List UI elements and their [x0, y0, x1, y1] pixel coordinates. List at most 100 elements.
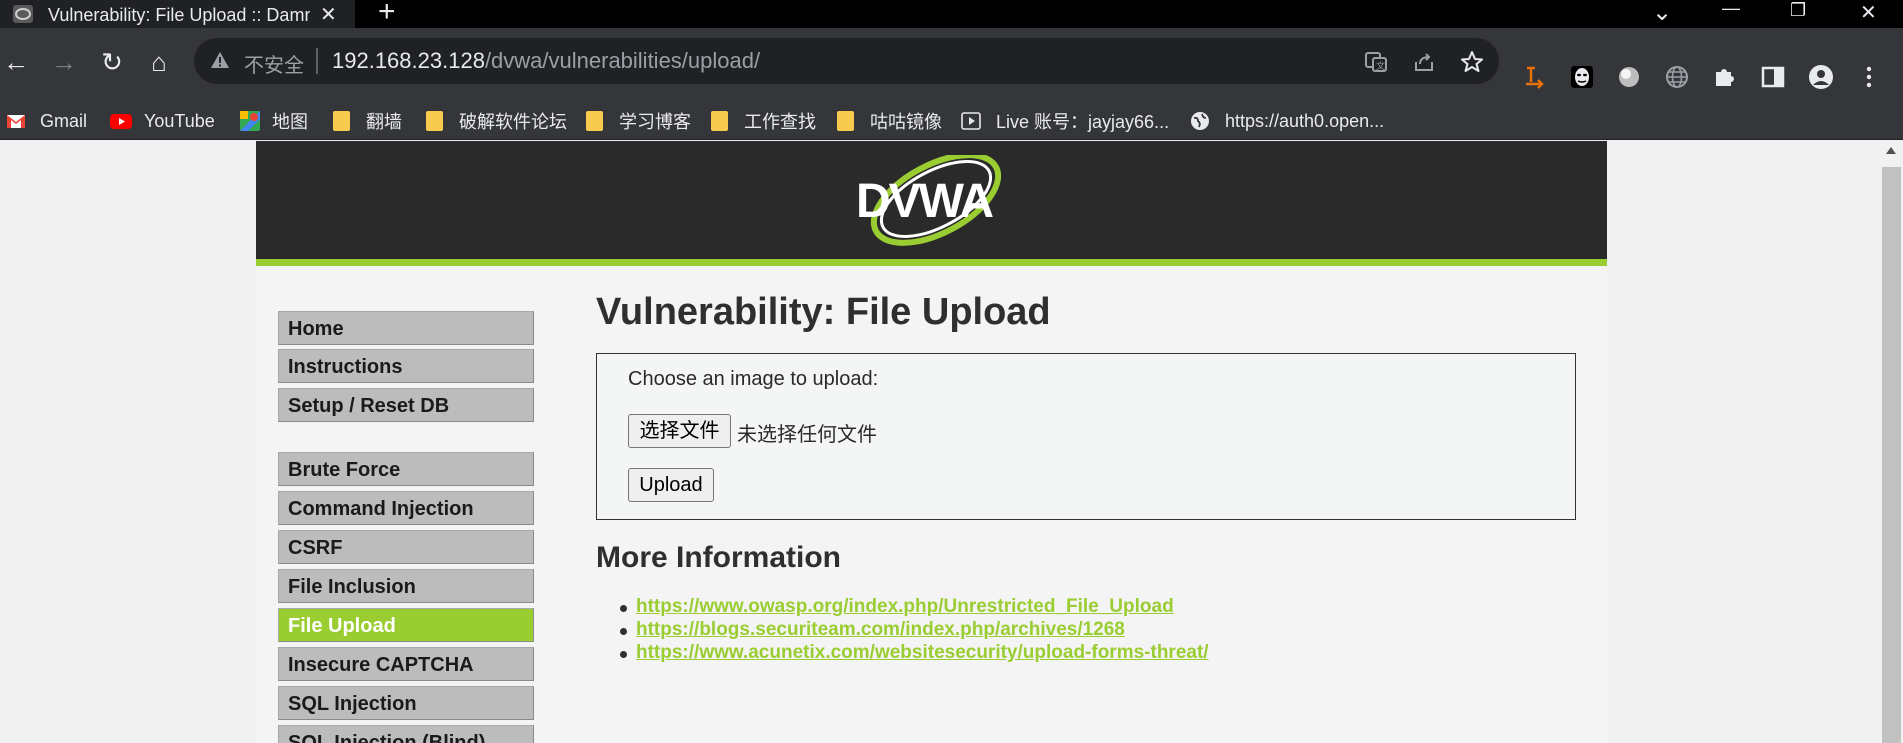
- forward-button[interactable]: →: [50, 48, 78, 76]
- live-icon: [961, 112, 981, 130]
- bookmark-label: 地图: [272, 112, 308, 132]
- maps-icon: [240, 111, 260, 131]
- bookmark-folder-job-search[interactable]: 工作查找: [711, 102, 816, 140]
- address-bar[interactable]: 不安全 192.168.23.128/dvwa/vulnerabilities/…: [194, 38, 1499, 84]
- insecure-label: 不安全: [244, 55, 304, 77]
- side-panel-icon[interactable]: [1760, 64, 1786, 90]
- folder-icon: [426, 111, 443, 131]
- minimize-button[interactable]: —: [1722, 0, 1740, 19]
- list-item: https://www.acunetix.com/websitesecurity…: [620, 642, 1209, 666]
- scrollbar-thumb[interactable]: [1882, 167, 1901, 743]
- bookmark-label: 咕咕镜像: [870, 112, 942, 132]
- bookmark-label: https://auth0.open...: [1225, 110, 1385, 131]
- bookmark-folder-fanqiang[interactable]: 翻墙: [333, 102, 402, 140]
- menu-item-brute-force[interactable]: Brute Force: [278, 452, 534, 486]
- dvwa-container: DVWA Home Instructions Setup / Reset DB …: [256, 141, 1607, 743]
- youtube-icon: [110, 114, 132, 129]
- bookmark-auth0[interactable]: https://auth0.open...: [1190, 102, 1384, 140]
- menu-item-instructions[interactable]: Instructions: [278, 349, 534, 383]
- extension-orange-icon[interactable]: [1522, 64, 1548, 90]
- menu-item-csrf[interactable]: CSRF: [278, 530, 534, 564]
- anonymous-mask-icon[interactable]: [1569, 64, 1595, 90]
- browser-toolbar: ← → ↻ ⌂ 不安全 192.168.23.128/dvwa/vulnerab…: [0, 28, 1903, 102]
- warning-triangle-icon: [211, 52, 229, 68]
- new-tab-button[interactable]: +: [378, 0, 396, 27]
- dvwa-favicon-icon: [13, 5, 33, 23]
- bookmark-star-icon[interactable]: [1460, 50, 1484, 74]
- bookmark-label: Gmail: [40, 110, 88, 131]
- home-button[interactable]: ⌂: [145, 48, 173, 76]
- bullet: [620, 605, 627, 612]
- menu-item-home[interactable]: Home: [278, 311, 534, 345]
- folder-icon: [333, 111, 350, 131]
- translate-icon[interactable]: 文: [1364, 50, 1388, 74]
- folder-icon: [837, 111, 854, 131]
- bookmark-folder-mirror[interactable]: 咕咕镜像: [837, 102, 942, 140]
- dvwa-header: DVWA: [256, 141, 1607, 266]
- gmail-icon: [7, 115, 25, 128]
- active-tab[interactable]: Vulnerability: File Upload :: Damn Vulne…: [0, 0, 355, 28]
- upload-button[interactable]: Upload: [628, 468, 714, 502]
- globe-grid-extension-icon[interactable]: [1664, 64, 1690, 90]
- menu-item-file-upload[interactable]: File Upload: [278, 608, 534, 642]
- reload-button[interactable]: ↻: [98, 48, 126, 76]
- bookmark-label: Live 账号：jayjay66...: [996, 112, 1170, 132]
- bookmark-live[interactable]: Live 账号：jayjay66...: [961, 102, 1169, 140]
- url-path: /dvwa/vulnerabilities/upload/: [484, 48, 761, 73]
- bullet: [620, 628, 627, 635]
- url-host: 192.168.23.128: [332, 48, 485, 73]
- puzzle-extensions-icon[interactable]: [1712, 64, 1738, 90]
- bookmark-folder-cracked-software[interactable]: 破解软件论坛: [426, 102, 567, 140]
- list-item: https://blogs.securiteam.com/index.php/a…: [620, 619, 1125, 643]
- kebab-menu-icon[interactable]: [1856, 64, 1882, 90]
- folder-icon: [586, 111, 603, 131]
- svg-text:文: 文: [1376, 60, 1385, 72]
- bookmark-label: 工作查找: [744, 112, 816, 132]
- bookmarks-bar: Gmail YouTube 地图 翻墙 破解软件论坛 学习博客 工作查找 咕咕镜…: [0, 102, 1903, 140]
- no-file-chosen-text: 未选择任何文件: [737, 424, 877, 446]
- tab-close-icon[interactable]: ✕: [320, 2, 337, 27]
- link-securiteam[interactable]: https://blogs.securiteam.com/index.php/a…: [636, 619, 1125, 640]
- globe-icon: [1191, 112, 1209, 130]
- link-acunetix[interactable]: https://www.acunetix.com/websitesecurity…: [636, 642, 1209, 663]
- tab-search-chevron-icon[interactable]: ⌄: [1652, 0, 1672, 27]
- svg-text:DVWA: DVWA: [856, 175, 993, 228]
- scroll-up-arrow-icon[interactable]: [1886, 147, 1896, 154]
- menu-item-sql-injection[interactable]: SQL Injection: [278, 686, 534, 720]
- back-button[interactable]: ←: [2, 48, 30, 76]
- profile-avatar-icon[interactable]: [1808, 64, 1834, 90]
- restore-button[interactable]: ❐: [1790, 0, 1806, 21]
- page-title: Vulnerability: File Upload: [596, 291, 1051, 333]
- link-owasp[interactable]: https://www.owasp.org/index.php/Unrestri…: [636, 596, 1174, 617]
- tab-strip: Vulnerability: File Upload :: Damn Vulne…: [0, 0, 1903, 28]
- share-icon[interactable]: [1412, 50, 1436, 74]
- choose-file-button[interactable]: 选择文件: [628, 414, 731, 448]
- bullet: [620, 651, 627, 658]
- menu-item-command-injection[interactable]: Command Injection: [278, 491, 534, 525]
- bookmark-label: 学习博客: [619, 112, 691, 132]
- window-close-button[interactable]: ✕: [1860, 0, 1877, 25]
- bookmark-label: 破解软件论坛: [459, 112, 567, 132]
- bookmark-label: 翻墙: [366, 112, 402, 132]
- bookmark-folder-study-blogs[interactable]: 学习博客: [586, 102, 691, 140]
- more-information-heading: More Information: [596, 541, 841, 574]
- upload-form: Choose an image to upload: 选择文件 未选择任何文件 …: [596, 353, 1576, 520]
- folder-icon: [711, 111, 728, 131]
- sphere-extension-icon[interactable]: [1616, 64, 1642, 90]
- menu-item-setup-reset-db[interactable]: Setup / Reset DB: [278, 388, 534, 422]
- list-item: https://www.owasp.org/index.php/Unrestri…: [620, 596, 1174, 620]
- menu-item-sql-injection-blind[interactable]: SQL Injection (Blind): [278, 725, 534, 743]
- omnibox-separator: [316, 48, 318, 74]
- dvwa-logo: DVWA: [856, 155, 1002, 246]
- bookmark-gmail[interactable]: Gmail: [6, 102, 87, 140]
- bookmark-label: YouTube: [144, 110, 215, 131]
- tab-title: Vulnerability: File Upload :: Damn Vulne…: [48, 5, 310, 25]
- url-text[interactable]: 192.168.23.128/dvwa/vulnerabilities/uplo…: [332, 48, 760, 74]
- bookmark-youtube[interactable]: YouTube: [110, 102, 215, 140]
- page-viewport: DVWA Home Instructions Setup / Reset DB …: [0, 141, 1880, 743]
- vertical-scrollbar[interactable]: [1880, 141, 1903, 743]
- bookmark-maps[interactable]: 地图: [240, 102, 308, 140]
- menu-item-insecure-captcha[interactable]: Insecure CAPTCHA: [278, 647, 534, 681]
- upload-label: Choose an image to upload:: [628, 368, 879, 390]
- menu-item-file-inclusion[interactable]: File Inclusion: [278, 569, 534, 603]
